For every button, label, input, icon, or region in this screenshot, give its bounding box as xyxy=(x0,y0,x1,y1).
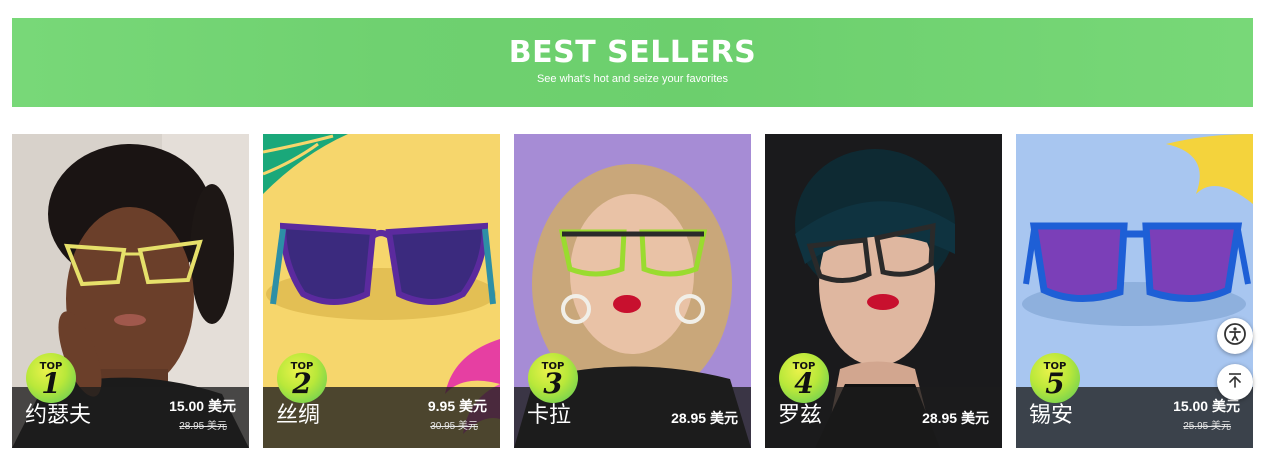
rank-number: 2 xyxy=(292,367,312,400)
product-price: 28.95 美元 xyxy=(922,410,989,426)
product-price: 15.00 美元 xyxy=(1173,398,1240,414)
product-price: 28.95 美元 xyxy=(671,410,738,426)
product-price: 9.95 美元 xyxy=(427,398,487,414)
banner-title: BEST SELLERS xyxy=(508,35,757,70)
product-price: 15.00 美元 xyxy=(169,398,236,414)
product-card-1[interactable]: TOP 1 约瑟夫 15.00 美元 28.95 美元 xyxy=(12,134,249,448)
product-name[interactable]: 约瑟夫 xyxy=(25,402,91,428)
product-name[interactable]: 罗兹 xyxy=(778,402,822,428)
top-rank-badge: TOP 5 xyxy=(1030,353,1080,403)
product-name[interactable]: 锡安 xyxy=(1029,402,1073,428)
top-rank-badge: TOP 1 xyxy=(26,353,76,403)
rank-number: 5 xyxy=(1045,367,1065,400)
rank-number: 3 xyxy=(543,367,563,400)
product-card-4[interactable]: TOP 4 罗兹 28.95 美元 xyxy=(765,134,1002,448)
product-name[interactable]: 丝绸 xyxy=(276,402,320,428)
banner-subtitle: See what's hot and seize your favorites xyxy=(536,73,729,85)
accessibility-button[interactable] xyxy=(1217,318,1253,354)
product-original-price: 28.95 美元 xyxy=(179,421,227,432)
arrow-up-to-top-icon xyxy=(1225,370,1245,395)
product-card-5[interactable]: TOP 5 锡安 15.00 美元 25.95 美元 xyxy=(1016,134,1253,448)
accessibility-icon xyxy=(1223,322,1247,351)
rank-number: 4 xyxy=(794,367,814,400)
top-rank-badge: TOP 2 xyxy=(277,353,327,403)
top-rank-badge: TOP 4 xyxy=(779,353,829,403)
back-to-top-button[interactable] xyxy=(1217,364,1253,400)
product-original-price: 30.95 美元 xyxy=(430,421,478,432)
product-name[interactable]: 卡拉 xyxy=(527,402,571,428)
top-rank-badge: TOP 3 xyxy=(528,353,578,403)
product-card-2[interactable]: TOP 2 丝绸 9.95 美元 30.95 美元 xyxy=(263,134,500,448)
best-sellers-banner: BEST SELLERS See what's hot and seize yo… xyxy=(12,18,1253,107)
rank-number: 1 xyxy=(41,367,61,400)
product-original-price: 25.95 美元 xyxy=(1183,421,1231,432)
product-card-3[interactable]: TOP 3 卡拉 28.95 美元 xyxy=(514,134,751,448)
